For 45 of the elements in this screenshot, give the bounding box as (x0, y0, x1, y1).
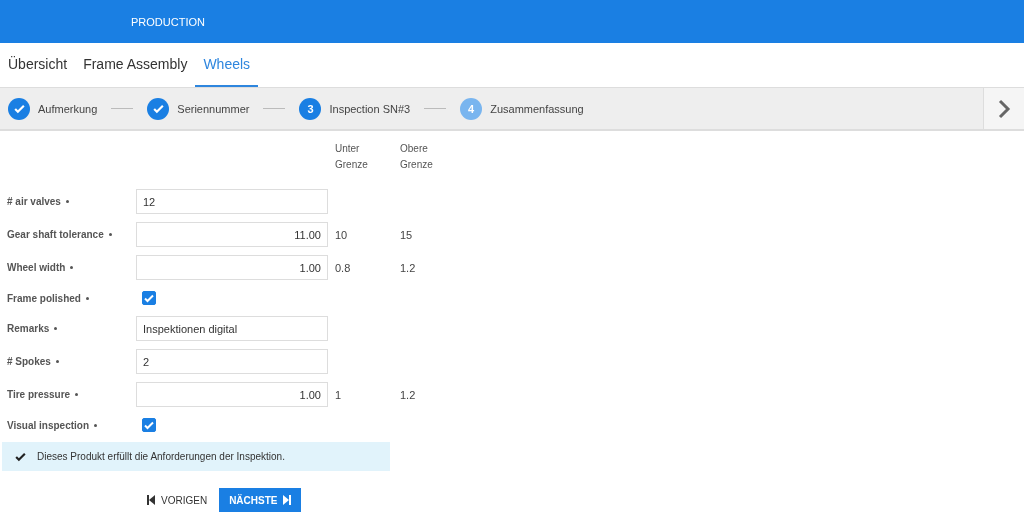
lower-limit: 0.8 (334, 261, 352, 274)
field-label: Remarks (6, 323, 50, 334)
field-label: # air valves (6, 196, 61, 207)
check-icon (143, 419, 155, 431)
field-label: Tire pressure (6, 389, 71, 400)
input-field[interactable]: 11.00 (136, 222, 328, 247)
tab[interactable]: Übersicht (0, 43, 76, 87)
next-button[interactable]: NÄCHSTE (219, 488, 302, 512)
field-label: Frame polished (6, 292, 81, 304)
checkbox[interactable] (142, 291, 156, 305)
upper-limit: 15 (399, 228, 414, 241)
field-label: Visual inspection (6, 419, 90, 431)
step-label[interactable]: Seriennummer (177, 102, 250, 115)
skip-forward-icon (283, 495, 292, 505)
skip-back-icon (147, 495, 155, 505)
field-label: Gear shaft tolerance (6, 229, 104, 240)
check-icon (151, 102, 165, 115)
tab[interactable]: Frame Assembly (75, 43, 196, 87)
app-title: PRODUCTION (131, 15, 205, 28)
input-field[interactable]: 1.00 (136, 255, 328, 280)
step-label[interactable]: Zusammenfassung (490, 102, 584, 115)
upper-limit: 1.2 (399, 388, 417, 401)
next-step-button[interactable] (983, 88, 1024, 129)
lower-limit: 1 (334, 388, 343, 401)
check-icon (143, 292, 155, 304)
column-header: Obere Grenze (399, 142, 434, 172)
input-field[interactable]: 12 (136, 189, 328, 214)
field-label: # Spokes (6, 356, 51, 367)
checkbox[interactable] (142, 418, 156, 432)
chevron-right-icon (997, 98, 1011, 119)
message-text: Dieses Produkt erfüllt die Anforderungen der Inspektion. (37, 451, 285, 462)
input-field[interactable]: Inspektionen digital (136, 316, 328, 341)
lower-limit: 10 (334, 228, 349, 241)
field-label: Wheel width (6, 262, 66, 273)
step-label[interactable]: Inspection SN#3 (329, 102, 411, 115)
upper-limit: 1.2 (399, 261, 417, 274)
previous-button[interactable]: VORIGEN (145, 488, 210, 512)
step-number: 4 (460, 97, 483, 120)
column-header: Unter Grenze (334, 142, 369, 172)
check-icon (12, 102, 26, 115)
step-label[interactable]: Aufmerkung (38, 102, 98, 115)
step-number: 3 (299, 97, 322, 120)
input-field[interactable]: 1.00 (136, 382, 328, 407)
check-icon (14, 450, 27, 463)
input-field[interactable]: 2 (136, 349, 328, 374)
